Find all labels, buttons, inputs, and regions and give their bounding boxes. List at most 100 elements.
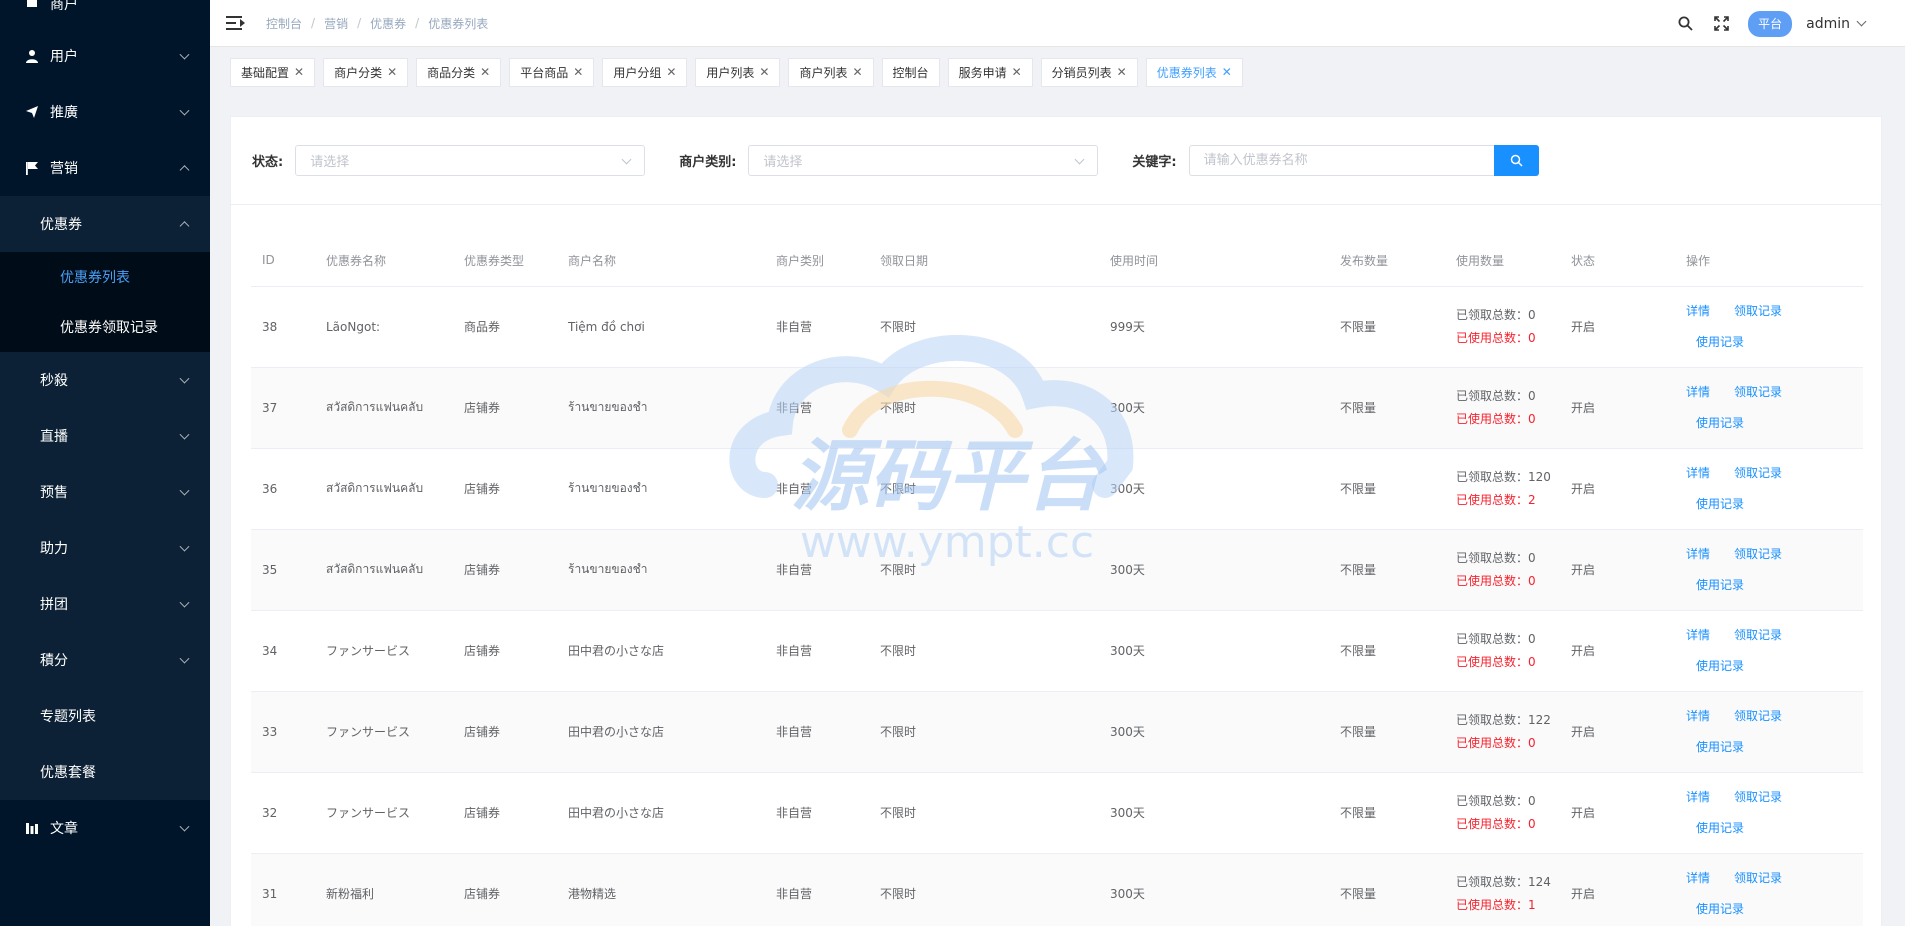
breadcrumb-current: 优惠券列表	[428, 16, 489, 31]
user-menu[interactable]: admin	[1806, 16, 1867, 32]
claim-records-link[interactable]: 领取记录	[1734, 544, 1782, 564]
usage-records-link[interactable]: 使用记录	[1696, 737, 1744, 757]
sidebar-item-live[interactable]: 直播	[0, 408, 210, 464]
claim-records-link[interactable]: 领取记录	[1734, 625, 1782, 645]
detail-link[interactable]: 详情	[1686, 706, 1710, 726]
sidebar-item-flash-sale[interactable]: 秒殺	[0, 352, 210, 408]
cell-type: 店铺券	[453, 772, 557, 854]
search-icon[interactable]	[1676, 15, 1694, 33]
breadcrumb-item[interactable]: 营销	[324, 15, 348, 32]
used-prefix: 已使用总数：	[1456, 816, 1529, 831]
sidebar-menu-article[interactable]: 文章	[0, 800, 210, 856]
detail-link[interactable]: 详情	[1686, 382, 1710, 402]
used-count: 已使用总数：0	[1456, 813, 1560, 836]
usage-records-link[interactable]: 使用记录	[1696, 413, 1744, 433]
received-value: 0	[1528, 793, 1536, 808]
sidebar-menu-users[interactable]: 用户	[0, 28, 210, 84]
sidebar-menu-label: 推廣	[50, 105, 78, 121]
tab-8[interactable]: 服务申请 ✕	[947, 57, 1033, 87]
tab-4[interactable]: 用户分组 ✕	[602, 57, 688, 87]
tab-6[interactable]: 商户列表 ✕	[788, 57, 874, 87]
detail-link[interactable]: 详情	[1686, 544, 1710, 564]
cell-merchant: ร้านขายของชำ	[557, 367, 765, 449]
detail-link[interactable]: 详情	[1686, 463, 1710, 483]
search-button[interactable]	[1493, 145, 1539, 176]
tab-10[interactable]: 优惠券列表 ✕	[1145, 57, 1243, 87]
cell-usage: 已领取总数：0 已使用总数：0	[1445, 772, 1560, 854]
keyword-input[interactable]	[1188, 145, 1494, 176]
usage-records-link[interactable]: 使用记录	[1696, 899, 1744, 919]
sidebar-item-package[interactable]: 优惠套餐	[0, 744, 210, 800]
usage-records-link[interactable]: 使用记录	[1696, 332, 1744, 352]
sidebar-item-coupon[interactable]: 优惠券	[0, 196, 210, 252]
claim-records-link[interactable]: 领取记录	[1734, 787, 1782, 807]
claim-records-link[interactable]: 领取记录	[1734, 706, 1782, 726]
sidebar-item-presale[interactable]: 预售	[0, 464, 210, 520]
usage-records-link[interactable]: 使用记录	[1696, 818, 1744, 838]
user-icon	[24, 48, 40, 64]
detail-link[interactable]: 详情	[1686, 625, 1710, 645]
merchant-type-select[interactable]: 请选择	[748, 145, 1099, 176]
received-prefix: 已领取总数：	[1456, 874, 1529, 889]
claim-records-link[interactable]: 领取记录	[1734, 463, 1782, 483]
fullscreen-icon[interactable]	[1712, 15, 1730, 33]
cell-name: สวัสดิการแฟนคลับ	[315, 448, 453, 530]
sidebar-item-label: 优惠券领取记录	[60, 320, 158, 336]
tab-5[interactable]: 用户列表 ✕	[695, 57, 781, 87]
close-icon[interactable]: ✕	[1222, 65, 1232, 79]
cell-merchant: 田中君の小さな店	[557, 772, 765, 854]
close-icon[interactable]: ✕	[666, 65, 676, 79]
menu-toggle-icon[interactable]	[226, 16, 245, 30]
cell-category: 非自营	[765, 772, 869, 854]
tab-0[interactable]: 基础配置 ✕	[230, 57, 316, 87]
tab-3[interactable]: 平台商品 ✕	[509, 57, 595, 87]
usage-records-link[interactable]: 使用记录	[1696, 656, 1744, 676]
close-icon[interactable]: ✕	[294, 65, 304, 79]
sidebar-menu-promotion[interactable]: 推廣	[0, 84, 210, 140]
tab-7[interactable]: 控制台	[881, 57, 940, 87]
usage-records-link[interactable]: 使用记录	[1696, 494, 1744, 514]
claim-records-link[interactable]: 领取记录	[1734, 868, 1782, 888]
sidebar-item-coupon-claim-records[interactable]: 优惠券领取记录	[0, 302, 210, 352]
received-count: 已领取总数：120	[1456, 466, 1560, 489]
cell-category: 非自营	[765, 286, 869, 368]
sidebar-menu-marketing[interactable]: 营销	[0, 140, 210, 196]
close-icon[interactable]: ✕	[387, 65, 397, 79]
cell-merchant: 田中君の小さな店	[557, 610, 765, 692]
sidebar-item-points[interactable]: 積分	[0, 632, 210, 688]
cell-actions: 详情 领取记录使用记录	[1675, 448, 1863, 530]
tab-1[interactable]: 商户分类 ✕	[323, 57, 409, 87]
sidebar-menu-merchant[interactable]: 商户	[0, 0, 210, 28]
usage-records-link[interactable]: 使用记录	[1696, 575, 1744, 595]
cell-issued: 不限量	[1329, 772, 1445, 854]
sidebar-item-label: 直播	[40, 429, 68, 445]
close-icon[interactable]: ✕	[1012, 65, 1022, 79]
breadcrumb-item[interactable]: 优惠券	[370, 15, 406, 32]
sidebar-item-coupon-list[interactable]: 优惠券列表	[0, 252, 210, 302]
sidebar-item-assist[interactable]: 助力	[0, 520, 210, 576]
tab-2[interactable]: 商品分类 ✕	[416, 57, 502, 87]
claim-records-link[interactable]: 领取记录	[1734, 301, 1782, 321]
sidebar-item-group-buy[interactable]: 拼团	[0, 576, 210, 632]
table-row: 38 LãoNgot: 商品券 Tiệm đồ chơi 非自营 不限时 999天 不限量 已领…	[251, 286, 1863, 368]
close-icon[interactable]: ✕	[759, 65, 769, 79]
detail-link[interactable]: 详情	[1686, 868, 1710, 888]
breadcrumb-item[interactable]: 控制台	[266, 15, 302, 32]
top-header: 控制台 / 营销 / 优惠券 / 优惠券列表 平台 admin	[210, 0, 1905, 47]
detail-link[interactable]: 详情	[1686, 787, 1710, 807]
status-select[interactable]: 请选择	[295, 145, 646, 176]
close-icon[interactable]: ✕	[852, 65, 862, 79]
cell-merchant: 港物精选	[557, 853, 765, 926]
tab-9[interactable]: 分销员列表 ✕	[1040, 57, 1138, 87]
sidebar-item-topic-list[interactable]: 专题列表	[0, 688, 210, 744]
search-icon	[1510, 154, 1523, 167]
detail-link[interactable]: 详情	[1686, 301, 1710, 321]
used-count: 已使用总数：0	[1456, 732, 1560, 755]
claim-records-link[interactable]: 领取记录	[1734, 382, 1782, 402]
close-icon[interactable]: ✕	[1117, 65, 1127, 79]
close-icon[interactable]: ✕	[480, 65, 490, 79]
sidebar-item-label: 专题列表	[40, 709, 96, 725]
used-value: 0	[1528, 411, 1536, 426]
close-icon[interactable]: ✕	[573, 65, 583, 79]
column-header: 商户类别	[765, 235, 869, 287]
